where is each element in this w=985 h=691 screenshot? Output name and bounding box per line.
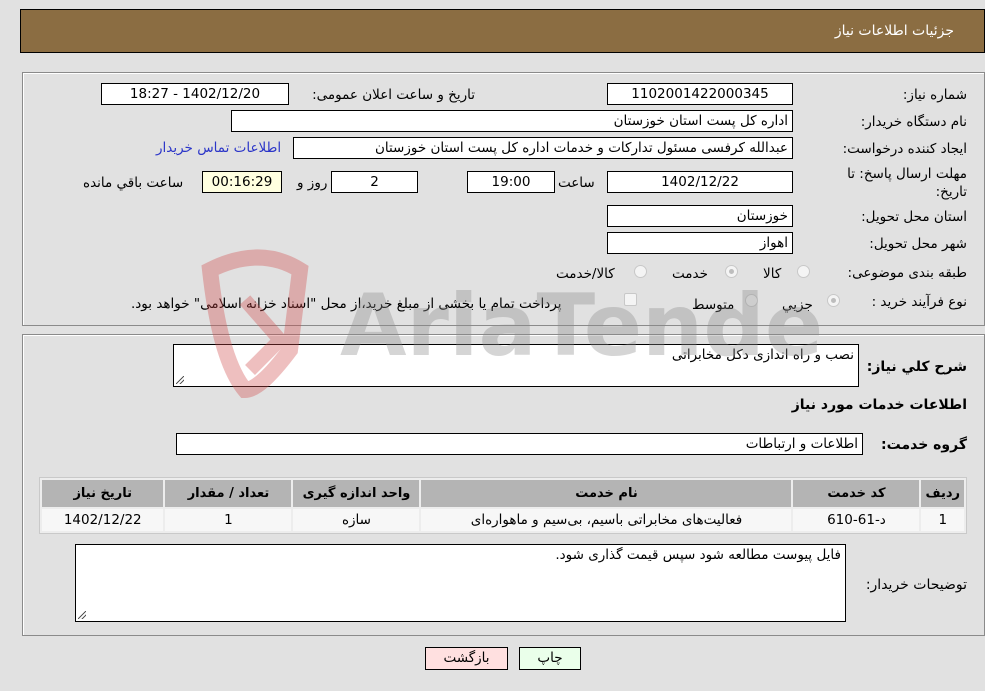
city-label: شهر محل تحویل: [869,236,967,252]
deadline-label-line1: مهلت ارسال پاسخ: تا [847,166,967,182]
table-row: 1 د-61-610 فعالیت‌های مخابراتی باسیم، بی… [42,509,964,531]
col-quantity: تعداد / مقدار [165,480,292,507]
buyer-org-label: نام دستگاه خریدار: [860,114,967,130]
treasury-payment-note: پرداخت تمام یا بخشی از مبلغ خرید،از محل … [131,296,562,312]
process-minor-label: جزيي [782,297,813,313]
category-label: طبقه بندی موضوعی: [847,265,967,281]
col-service-name: نام خدمت [421,480,792,507]
back-button[interactable]: بازگشت [425,647,508,670]
buyer-org-field: اداره کل پست استان خوزستان [231,110,793,132]
deadline-date-field: 1402/12/22 [607,171,793,193]
treasury-payment-checkbox[interactable] [624,293,637,306]
page-title: جزئیات اطلاعات نیاز [834,23,954,39]
deadline-time-label: ساعت [558,175,595,191]
process-label: نوع فرآیند خرید : [871,294,967,310]
category-radio-service[interactable] [725,265,738,278]
time-remaining-label: ساعت باقي مانده [83,175,184,191]
buyer-notes-label: توضیحات خریدار: [865,577,967,593]
announce-datetime-field: 1402/12/20 - 18:27 [101,83,289,105]
description-textarea: نصب و راه اندازی دکل مخابراتی [173,344,859,387]
cell-need-date: 1402/12/22 [42,509,164,531]
announce-label: تاریخ و ساعت اعلان عمومی: [312,87,475,103]
process-radio-minor[interactable] [827,294,840,307]
category-service-label: خدمت [672,266,708,282]
buyer-contact-link[interactable]: اطلاعات تماس خریدار [156,140,281,156]
category-radio-goods[interactable] [797,265,810,278]
city-field: اهواز [607,232,793,254]
cell-quantity: 1 [165,509,292,531]
services-heading: اطلاعات خدمات مورد نیاز [791,397,967,413]
province-label: استان محل تحویل: [861,209,967,225]
days-remaining-field: 2 [331,171,418,193]
cell-service-code: د-61-610 [793,509,920,531]
category-goods-label: کالا [763,266,782,282]
process-radio-medium[interactable] [745,294,758,307]
creator-field: عبدالله کرفسی مسئول تدارکات و خدمات ادار… [293,137,793,159]
cell-row-number: 1 [921,509,964,531]
process-medium-label: متوسط [692,297,735,313]
resize-grip-icon[interactable] [78,611,86,619]
creator-label: ایجاد کننده درخواست: [842,141,967,157]
time-remaining-field: 00:16:29 [202,171,282,193]
deadline-label-line2: تاریخ: [935,184,967,200]
buyer-notes-text: فایل پیوست مطالعه شود سپس قیمت گذاری شود… [555,547,841,563]
col-unit: واحد اندازه گیری [293,480,420,507]
description-label: شرح کلي نیاز: [866,359,967,375]
service-group-label: گروه خدمت: [881,437,967,453]
deadline-time-field: 19:00 [467,171,555,193]
need-number-field: 1102001422000345 [607,83,793,105]
days-label: روز و [297,175,328,191]
col-need-date: تاریخ نیاز [42,480,164,507]
page-header: جزئیات اطلاعات نیاز [20,9,985,53]
cell-service-name: فعالیت‌های مخابراتی باسیم، بی‌سیم و ماهو… [421,509,792,531]
category-goods-service-label: کالا/خدمت [556,266,615,282]
description-text: نصب و راه اندازی دکل مخابراتی [671,347,854,363]
service-group-field: اطلاعات و ارتباطات [176,433,863,455]
print-button[interactable]: چاپ [519,647,581,670]
col-service-code: کد خدمت [793,480,920,507]
category-radio-goods-service[interactable] [634,265,647,278]
col-row-number: ردیف [921,480,964,507]
province-field: خوزستان [607,205,793,227]
services-table: ردیف کد خدمت نام خدمت واحد اندازه گیری ت… [39,477,967,534]
table-header-row: ردیف کد خدمت نام خدمت واحد اندازه گیری ت… [42,480,964,507]
need-number-label: شماره نیاز: [902,87,967,103]
buyer-notes-textarea: فایل پیوست مطالعه شود سپس قیمت گذاری شود… [75,544,846,622]
cell-unit: سازه [293,509,420,531]
resize-grip-icon[interactable] [176,376,184,384]
